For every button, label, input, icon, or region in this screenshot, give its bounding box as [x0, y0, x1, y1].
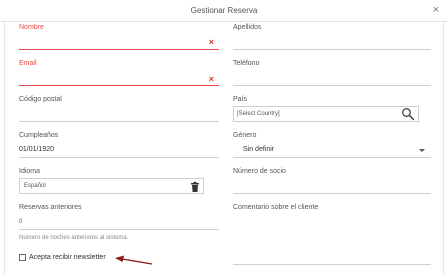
- idioma-value: Español: [24, 183, 46, 189]
- dialog-right-border: [443, 22, 444, 274]
- cumpleanos-label: Cumpleaños: [19, 132, 59, 139]
- numero-socio-underline: [233, 193, 431, 194]
- nombre-underline: [19, 49, 219, 50]
- dialog-title-bar: Gestionar Reserva ×: [0, 0, 448, 22]
- apellidos-input[interactable]: [233, 34, 431, 49]
- pais-select[interactable]: [Select Country]: [233, 106, 419, 122]
- telefono-label: Teléfono: [233, 60, 260, 67]
- reservas-anteriores-label: Reservas anteriores: [19, 204, 82, 211]
- email-input[interactable]: ×: [19, 70, 219, 85]
- telefono-underline: [233, 85, 431, 86]
- reservas-anteriores-value: 0: [19, 219, 23, 225]
- apellidos-label: Apellidos: [233, 24, 262, 31]
- search-icon[interactable]: [401, 107, 415, 121]
- error-x-icon: ×: [208, 37, 214, 47]
- codigo-postal-underline: [19, 121, 219, 122]
- idioma-select[interactable]: Español: [19, 178, 204, 194]
- error-x-icon: ×: [208, 74, 214, 84]
- idioma-label: Idioma: [19, 168, 41, 175]
- nombre-label: Nombre: [19, 24, 44, 31]
- genero-selected: Sin definir: [243, 146, 275, 153]
- close-icon[interactable]: ×: [433, 3, 439, 17]
- genero-underline: [233, 157, 431, 158]
- genero-select[interactable]: Sin definir: [233, 142, 431, 157]
- newsletter-label: Acepta recibir newsletter: [29, 254, 106, 261]
- reservas-anteriores-input[interactable]: 0: [19, 214, 219, 229]
- genero-label: Género: [233, 132, 257, 139]
- dialog-title: Gestionar Reserva: [190, 6, 258, 15]
- trash-icon[interactable]: [189, 180, 201, 192]
- comentario-textarea[interactable]: [233, 214, 431, 264]
- numero-socio-input[interactable]: [233, 178, 431, 193]
- dialog-left-border: [4, 22, 5, 274]
- cumpleanos-underline: [19, 157, 219, 158]
- newsletter-checkbox[interactable]: [19, 254, 26, 261]
- telefono-input[interactable]: [233, 70, 431, 85]
- pais-label: País: [233, 96, 248, 103]
- email-underline: [19, 85, 219, 86]
- reservas-anteriores-hint: Número de noches anteriores al sistema.: [19, 235, 129, 241]
- apellidos-underline: [233, 49, 431, 50]
- numero-socio-label: Número de socio: [233, 168, 286, 175]
- comentario-underline: [233, 264, 431, 265]
- codigo-postal-label: Código postal: [19, 96, 62, 103]
- nombre-input[interactable]: ×: [19, 34, 219, 49]
- chevron-down-icon: [419, 149, 425, 152]
- reservas-anteriores-underline: [19, 229, 219, 230]
- newsletter-checkbox-row[interactable]: Acepta recibir newsletter: [19, 254, 139, 264]
- pais-placeholder: [Select Country]: [237, 111, 280, 117]
- comentario-label: Comentario sobre el cliente: [233, 204, 319, 211]
- email-label: Email: [19, 60, 37, 67]
- codigo-postal-input[interactable]: [19, 106, 219, 121]
- cumpleanos-value: 01/01/1920: [19, 146, 55, 153]
- cumpleanos-input[interactable]: 01/01/1920: [19, 142, 219, 157]
